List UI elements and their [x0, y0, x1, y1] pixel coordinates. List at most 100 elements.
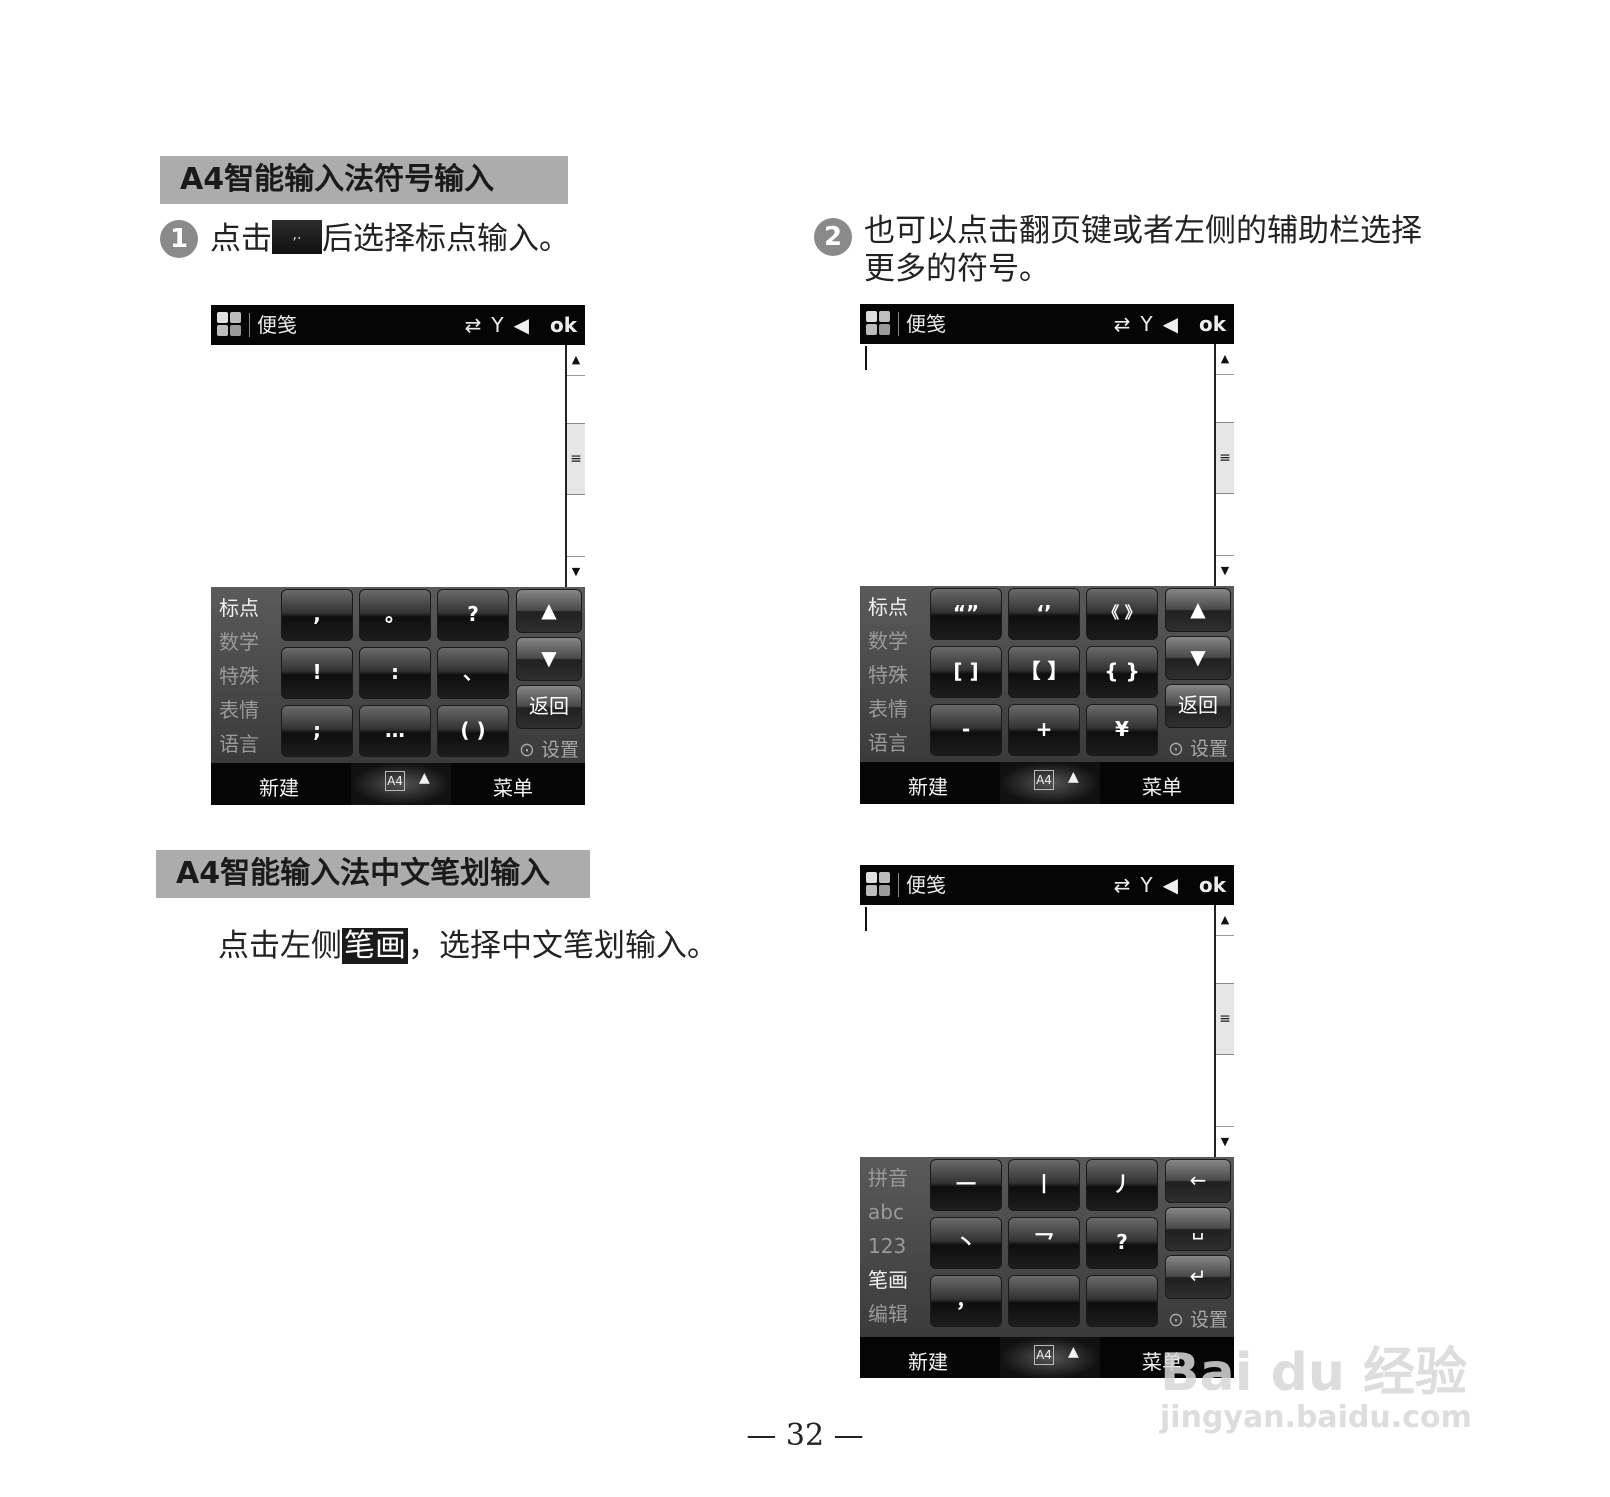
stroke-text-after: ，选择中文笔划输入。: [408, 928, 718, 964]
key-wildcard[interactable]: ?: [1086, 1217, 1158, 1269]
settings-link[interactable]: ⊙ 设置: [1168, 1305, 1228, 1332]
speaker-mute-icon[interactable]: ◀: [1163, 873, 1178, 897]
key-stroke-horizontal[interactable]: 一: [930, 1159, 1002, 1211]
scrollbar[interactable]: ▲ ≡ ▼: [1214, 905, 1234, 1157]
sidebar-item-abc[interactable]: abc: [868, 1195, 930, 1229]
scroll-up-icon[interactable]: ▲: [1216, 344, 1234, 375]
scrollbar[interactable]: ▲ ≡ ▼: [1214, 344, 1234, 586]
key-period[interactable]: 。: [359, 589, 431, 641]
backspace-button[interactable]: ←: [1165, 1159, 1231, 1203]
sidebar-item-123[interactable]: 123: [868, 1229, 930, 1263]
scrollbar[interactable]: ▲ ≡ ▼: [565, 345, 585, 587]
space-button[interactable]: ␣: [1165, 1207, 1231, 1251]
new-button[interactable]: 新建: [908, 771, 948, 800]
ok-button[interactable]: ok: [1199, 311, 1226, 337]
sidebar-item-punctuation[interactable]: 标点: [868, 590, 930, 624]
key-colon[interactable]: :: [359, 647, 431, 699]
enter-button[interactable]: ↵: [1165, 1255, 1231, 1299]
sidebar-item-math[interactable]: 数学: [868, 624, 930, 658]
windows-start-icon[interactable]: [217, 312, 243, 338]
sidebar-item-special[interactable]: 特殊: [219, 659, 281, 693]
sync-icon[interactable]: ⇄: [1114, 312, 1131, 336]
sidebar-item-stroke[interactable]: 笔画: [868, 1263, 930, 1297]
signal-icon[interactable]: Y: [491, 313, 503, 337]
key-stroke-left-falling[interactable]: 丿: [1086, 1159, 1158, 1211]
title-bar: 便笺 ⇄ Y ◀ ok: [860, 304, 1234, 344]
key-double-quotes[interactable]: “”: [930, 588, 1002, 640]
ime-caret-icon[interactable]: ▲: [419, 770, 430, 786]
page-up-button[interactable]: ▲: [1165, 588, 1231, 632]
key-lenticular-brackets[interactable]: 【 】: [1008, 646, 1080, 698]
sidebar-item-emoticon[interactable]: 表情: [868, 692, 930, 726]
key-parentheses[interactable]: ( ): [437, 705, 509, 757]
ime-icon[interactable]: A4: [1034, 1345, 1054, 1365]
sidebar-item-pinyin[interactable]: 拼音: [868, 1161, 930, 1195]
scroll-up-icon[interactable]: ▲: [1216, 905, 1234, 936]
signal-icon[interactable]: Y: [1140, 312, 1152, 336]
ok-button[interactable]: ok: [550, 312, 577, 338]
page-down-button[interactable]: ▼: [516, 637, 582, 681]
speaker-mute-icon[interactable]: ◀: [514, 313, 529, 337]
menu-button[interactable]: 菜单: [1142, 771, 1182, 800]
windows-start-icon[interactable]: [866, 311, 892, 337]
sidebar-item-math[interactable]: 数学: [219, 625, 281, 659]
ime-caret-icon[interactable]: ▲: [1068, 1344, 1079, 1360]
signal-icon[interactable]: Y: [1140, 873, 1152, 897]
windows-start-icon[interactable]: [866, 872, 892, 898]
phone-screen-symbol-2: 便笺 ⇄ Y ◀ ok ▲ ≡ ▼ 标点 数学 特殊 表情 语言 “” ‘’ 《…: [860, 304, 1234, 804]
page-down-button[interactable]: ▼: [1165, 636, 1231, 680]
key-semicolon[interactable]: ;: [281, 705, 353, 757]
key-book-title-marks[interactable]: 《 》: [1086, 588, 1158, 640]
key-square-brackets[interactable]: [ ]: [930, 646, 1002, 698]
scroll-down-icon[interactable]: ▼: [1216, 1126, 1234, 1157]
new-button[interactable]: 新建: [259, 772, 299, 801]
scroll-up-icon[interactable]: ▲: [567, 345, 585, 376]
scroll-thumb[interactable]: ≡: [1216, 422, 1234, 494]
key-exclamation[interactable]: !: [281, 647, 353, 699]
key-ellipsis[interactable]: …: [359, 705, 431, 757]
back-button[interactable]: 返回: [1165, 684, 1231, 728]
ime-icon[interactable]: A4: [385, 771, 405, 791]
sidebar-item-special[interactable]: 特殊: [868, 658, 930, 692]
sidebar-item-language[interactable]: 语言: [219, 727, 281, 761]
key-minus[interactable]: -: [930, 704, 1002, 756]
new-button[interactable]: 新建: [908, 1346, 948, 1375]
scroll-thumb[interactable]: ≡: [1216, 983, 1234, 1055]
back-button[interactable]: 返回: [516, 685, 582, 729]
sidebar-item-emoticon[interactable]: 表情: [219, 693, 281, 727]
sidebar-item-punctuation[interactable]: 标点: [219, 591, 281, 625]
key-punctuation[interactable]: ，: [930, 1275, 1002, 1327]
key-yen[interactable]: ¥: [1086, 704, 1158, 756]
ok-button[interactable]: ok: [1199, 872, 1226, 898]
ime-icon[interactable]: A4: [1034, 770, 1054, 790]
key-enumeration-comma[interactable]: 、: [437, 647, 509, 699]
key-blank[interactable]: [1008, 1275, 1080, 1327]
sync-icon[interactable]: ⇄: [1114, 873, 1131, 897]
speaker-mute-icon[interactable]: ◀: [1163, 312, 1178, 336]
input-panel: 标点 数学 特殊 表情 语言 “” ‘’ 《 》 [ ] 【 】 { } - +…: [860, 586, 1234, 762]
sidebar-item-language[interactable]: 语言: [868, 726, 930, 760]
key-stroke-dot[interactable]: 丶: [930, 1217, 1002, 1269]
sync-icon[interactable]: ⇄: [465, 313, 482, 337]
key-stroke-vertical[interactable]: 丨: [1008, 1159, 1080, 1211]
key-blank[interactable]: [1086, 1275, 1158, 1327]
app-title: 便笺: [257, 313, 297, 337]
key-plus[interactable]: +: [1008, 704, 1080, 756]
sidebar-item-edit[interactable]: 编辑: [868, 1297, 930, 1331]
key-curly-braces[interactable]: { }: [1086, 646, 1158, 698]
settings-link[interactable]: ⊙ 设置: [1168, 734, 1228, 761]
key-stroke-turning[interactable]: 乛: [1008, 1217, 1080, 1269]
key-question[interactable]: ?: [437, 589, 509, 641]
scroll-thumb[interactable]: ≡: [567, 423, 585, 495]
menu-button[interactable]: 菜单: [493, 772, 533, 801]
key-single-quotes[interactable]: ‘’: [1008, 588, 1080, 640]
scroll-down-icon[interactable]: ▼: [1216, 555, 1234, 586]
settings-link[interactable]: ⊙ 设置: [519, 735, 579, 762]
scroll-down-icon[interactable]: ▼: [567, 556, 585, 587]
ime-caret-icon[interactable]: ▲: [1068, 769, 1079, 785]
punctuation-key-icon: ,.: [272, 220, 322, 254]
baidu-watermark-logo: Bai du 经验: [1160, 1343, 1467, 1403]
app-title: 便笺: [906, 312, 946, 336]
page-up-button[interactable]: ▲: [516, 589, 582, 633]
key-comma[interactable]: ,: [281, 589, 353, 641]
